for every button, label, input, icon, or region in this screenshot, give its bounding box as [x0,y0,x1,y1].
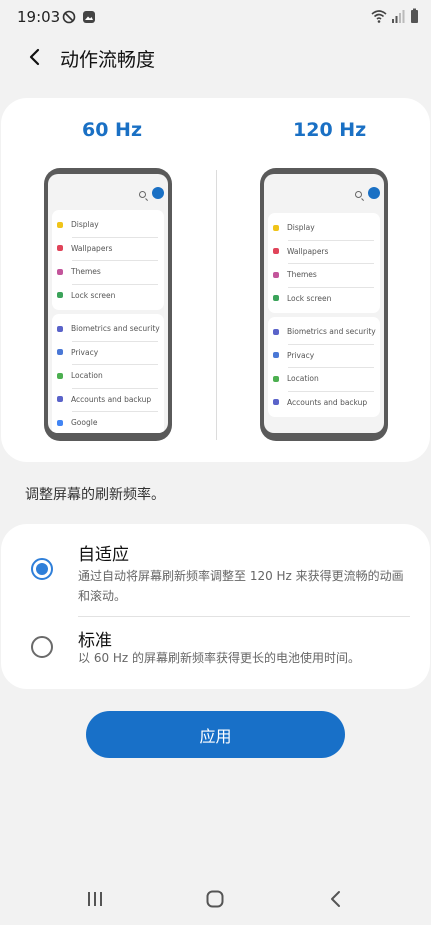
battery-icon [411,8,418,23]
phone-item-biometrics: Biometrics and security [52,317,164,341]
refresh-rate-description: 调整屏幕的刷新频率。 [25,487,165,503]
location-icon [273,375,279,382]
recent-apps-button[interactable] [80,887,110,911]
account-icon [152,187,164,199]
refresh-rate-options-card: 自适应 通过自动将屏幕刷新频率调整至 120 Hz 来获得更流畅的动画和滚动。 … [1,524,430,689]
key-icon [273,399,279,406]
phone-item-lock-screen: Lock screen [52,283,164,308]
wallpapers-icon [57,245,63,252]
phone-item-location: Location [268,367,380,391]
label-60hz: 60 Hz [82,119,143,141]
system-back-button[interactable] [321,887,351,911]
display-icon [273,224,279,231]
app-bar: 动作流畅度 [0,40,431,76]
phone-settings-group-1: Display Wallpapers Themes Lock screen [268,213,380,313]
phone-item-location: Location [52,364,164,388]
option-adaptive-title: 自适应 [78,545,129,565]
privacy-icon [57,349,63,356]
radio-standard[interactable] [31,636,53,658]
back-button[interactable] [20,42,50,72]
phone-item-privacy: Privacy [52,340,164,365]
phone-screen: Display Wallpapers Themes Lock screen Bi… [264,174,384,433]
label-120hz: 120 Hz [293,119,367,141]
status-time: 19:03 [17,8,61,26]
google-icon [57,419,63,426]
wifi-icon [371,10,387,23]
themes-icon [57,268,63,275]
phone-preview-120hz: Display Wallpapers Themes Lock screen Bi… [260,168,388,441]
phone-header [48,174,168,210]
apply-button[interactable]: 应用 [86,711,345,758]
display-icon [57,221,63,228]
phone-item-google: Google [52,411,164,433]
phone-settings-group-1: Display Wallpapers Themes Lock screen [52,210,164,310]
page-title: 动作流畅度 [60,49,156,71]
phone-screen: Display Wallpapers Themes Lock screen Bi… [48,174,168,433]
option-standard[interactable]: 标准 以 60 Hz 的屏幕刷新频率获得更长的电池使用时间。 [1,630,430,686]
phone-preview-60hz: Display Wallpapers Themes Lock screen Bi… [44,168,172,441]
lock-screen-icon [273,295,279,302]
phone-item-accounts: Accounts and backup [52,387,164,412]
blocked-icon [62,9,76,24]
option-adaptive[interactable]: 自适应 通过自动将屏幕刷新频率调整至 120 Hz 来获得更流畅的动画和滚动。 [1,538,430,618]
status-bar: 19:03 [0,0,431,34]
recent-apps-icon [88,892,102,906]
phone-settings-group-2: Biometrics and security Privacy Location… [52,314,164,433]
phone-item-display: Display [52,213,164,237]
radio-adaptive[interactable] [31,558,53,580]
privacy-icon [273,352,279,359]
key-icon [57,396,63,403]
phone-header [264,174,384,213]
option-divider [78,616,410,617]
preview-divider [216,170,217,440]
search-icon [355,191,362,198]
search-icon [139,191,146,198]
account-icon [368,187,380,199]
phone-item-themes: Themes [52,260,164,284]
shield-icon [57,325,63,332]
phone-item-biometrics: Biometrics and security [268,320,380,344]
back-icon [331,891,340,907]
phone-item-accounts: Accounts and backup [268,390,380,415]
themes-icon [273,271,279,278]
wallpapers-icon [273,248,279,255]
image-notification-icon [82,9,96,23]
phone-item-wallpapers: Wallpapers [52,236,164,261]
phone-item-display: Display [268,216,380,240]
phone-item-themes: Themes [268,263,380,287]
navigation-bar [0,875,431,925]
phone-settings-group-2: Biometrics and security Privacy Location… [268,317,380,417]
chevron-left-icon [29,48,40,66]
status-right-icons [371,8,421,24]
home-button[interactable] [200,887,230,911]
option-standard-description: 以 60 Hz 的屏幕刷新频率获得更长的电池使用时间。 [78,651,361,665]
option-adaptive-description: 通过自动将屏幕刷新频率调整至 120 Hz 来获得更流畅的动画和滚动。 [78,569,404,603]
home-icon [206,890,224,908]
shield-icon [273,328,279,335]
phone-item-privacy: Privacy [268,343,380,368]
phone-item-wallpapers: Wallpapers [268,239,380,264]
refresh-rate-preview-card: 60 Hz 120 Hz Display Wallpapers Themes L… [1,98,430,462]
lock-screen-icon [57,292,63,299]
signal-icon [392,10,405,23]
phone-item-lock-screen: Lock screen [268,286,380,311]
location-icon [57,372,63,379]
